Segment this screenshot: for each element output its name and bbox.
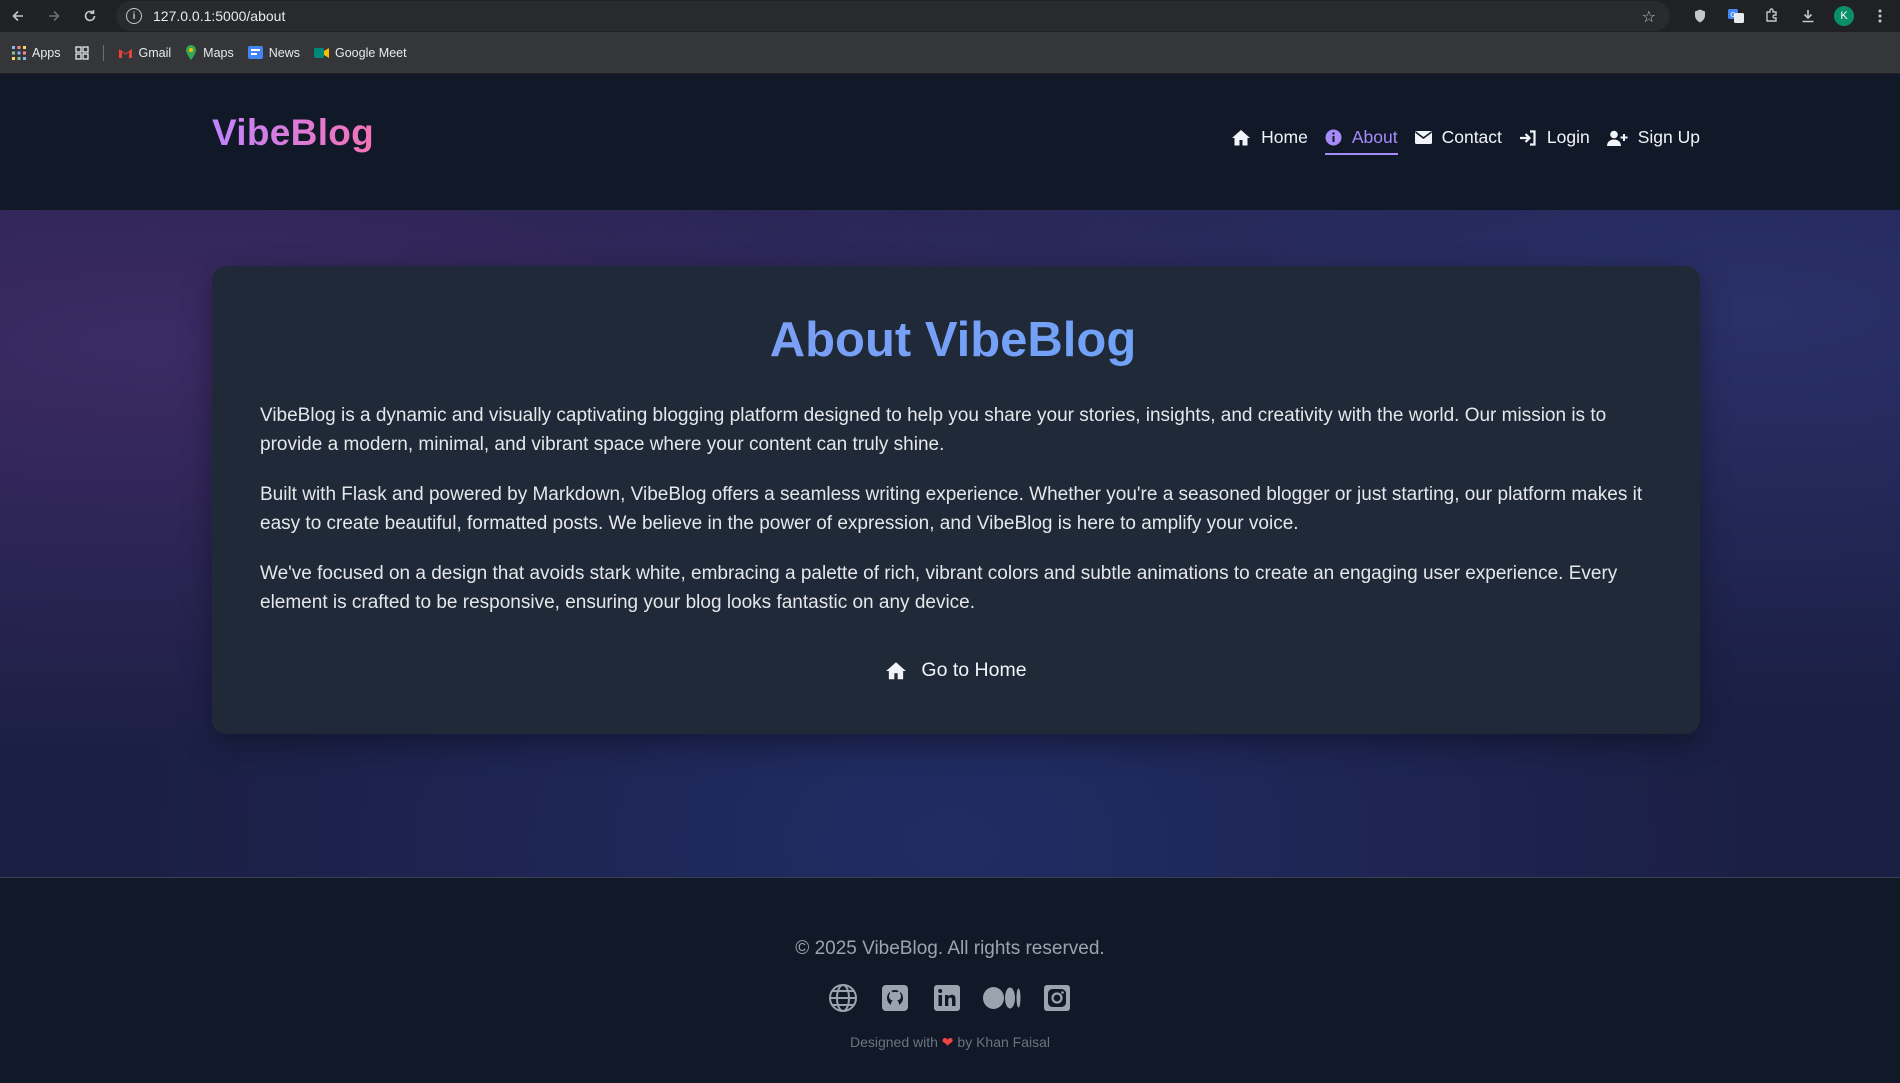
go-home-label: Go to Home <box>921 659 1027 681</box>
credit-suffix: by Khan Faisal <box>957 1034 1051 1050</box>
user-plus-icon <box>1606 130 1628 146</box>
browser-toolbar: i 127.0.0.1:5000/about ☆ G K <box>0 0 1900 32</box>
nav-signup[interactable]: Sign Up <box>1606 127 1700 155</box>
nav-label: Login <box>1546 127 1590 147</box>
site-logo[interactable]: VibeBlog <box>212 112 374 154</box>
forward-button[interactable] <box>36 0 72 32</box>
heart-icon: ❤ <box>941 1034 954 1050</box>
gmail-icon <box>118 48 132 58</box>
nav-contact[interactable]: Contact <box>1414 127 1502 155</box>
bookmark-label: Google Meet <box>335 45 407 60</box>
linkedin-icon <box>934 985 960 1011</box>
info-icon <box>1325 129 1342 146</box>
nav-login[interactable]: Login <box>1519 127 1590 155</box>
meet-icon <box>314 47 329 58</box>
profile-avatar[interactable]: K <box>1830 2 1858 30</box>
profile-initial: K <box>1834 6 1854 26</box>
credit-prefix: Designed with <box>849 1034 938 1050</box>
bookmark-label: News <box>268 45 300 60</box>
extensions-puzzle-icon[interactable] <box>1758 2 1786 30</box>
envelope-icon <box>1414 131 1432 144</box>
nav-label: About <box>1351 127 1398 147</box>
bookmark-news[interactable]: News <box>247 45 300 60</box>
nav-label: Sign Up <box>1637 127 1700 147</box>
bookmark-star-icon[interactable]: ☆ <box>1642 7 1656 27</box>
page-title: About VibeBlog <box>260 312 1646 368</box>
forward-arrow-icon <box>49 10 60 22</box>
site-footer: © 2025 VibeBlog. All rights reserved. De… <box>0 877 1900 1083</box>
medium-link[interactable] <box>983 982 1021 1014</box>
address-bar[interactable]: i 127.0.0.1:5000/about ☆ <box>116 1 1670 31</box>
copyright-text: © 2025 VibeBlog. All rights reserved. <box>795 938 1105 959</box>
nav-label: Home <box>1261 127 1308 147</box>
social-links <box>0 982 1900 1014</box>
site-header: VibeBlog Home About Contact Login Sign U… <box>0 74 1900 210</box>
bookmarks-bar: Apps Gmail Maps News Google Meet <box>0 32 1900 74</box>
home-icon <box>1232 130 1251 146</box>
menu-kebab-icon[interactable] <box>1866 2 1894 30</box>
bookmark-label: Apps <box>32 45 61 60</box>
bookmark-label: Gmail <box>138 45 172 60</box>
bookmarks-divider <box>102 44 104 61</box>
reload-icon <box>84 10 96 22</box>
apps-grid-icon <box>12 45 26 60</box>
bookmark-maps[interactable]: Maps <box>185 45 234 60</box>
maps-icon <box>186 45 197 60</box>
main-nav: Home About Contact Login Sign Up <box>1231 127 1700 155</box>
bookmark-tab-groups[interactable] <box>74 45 89 60</box>
about-paragraph-1: VibeBlog is a dynamic and visually capti… <box>260 405 1607 455</box>
github-link[interactable] <box>879 982 911 1014</box>
translate-extension-icon[interactable]: G <box>1722 2 1750 30</box>
about-paragraph-2: Built with Flask and powered by Markdown… <box>260 484 1643 534</box>
tab-groups-icon <box>74 45 89 60</box>
back-button[interactable] <box>0 0 36 32</box>
shield-extension-icon[interactable] <box>1686 2 1714 30</box>
globe-icon <box>829 984 857 1012</box>
reload-button[interactable] <box>72 0 108 32</box>
main-content: About VibeBlog VibeBlog is a dynamic and… <box>0 210 1900 877</box>
designer-credit: Designed with ❤ by Khan Faisal <box>0 1034 1900 1051</box>
url-text[interactable]: 127.0.0.1:5000/about <box>153 8 285 24</box>
go-home-button[interactable]: Go to Home <box>212 659 1700 682</box>
github-icon <box>882 985 908 1011</box>
news-icon <box>247 46 263 59</box>
svg-text:G: G <box>1730 11 1735 19</box>
about-paragraph-3: We've focused on a design that avoids st… <box>260 563 1618 613</box>
instagram-icon <box>1044 985 1070 1011</box>
about-card: About VibeBlog VibeBlog is a dynamic and… <box>212 266 1700 734</box>
downloads-icon[interactable] <box>1794 2 1822 30</box>
nav-label: Contact <box>1441 127 1502 147</box>
back-arrow-icon <box>12 10 23 22</box>
linkedin-link[interactable] <box>931 982 963 1014</box>
home-icon <box>886 662 907 680</box>
instagram-link[interactable] <box>1041 982 1073 1014</box>
medium-icon <box>983 987 1021 1009</box>
sign-in-icon <box>1519 129 1536 146</box>
site-info-icon[interactable]: i <box>126 8 142 24</box>
nav-about[interactable]: About <box>1324 127 1398 155</box>
bookmark-apps[interactable]: Apps <box>12 45 61 60</box>
bookmark-meet[interactable]: Google Meet <box>314 46 407 60</box>
bookmark-gmail[interactable]: Gmail <box>118 45 172 60</box>
website-link[interactable] <box>827 982 859 1014</box>
nav-home[interactable]: Home <box>1231 127 1308 155</box>
bookmark-label: Maps <box>203 45 234 60</box>
